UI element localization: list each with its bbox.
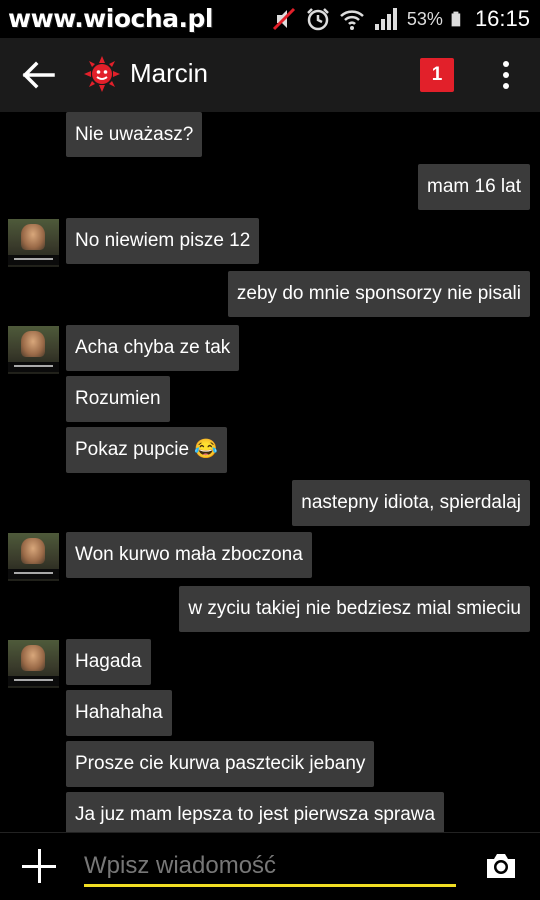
back-arrow-icon[interactable] [22, 60, 56, 90]
outgoing-message[interactable]: zeby do mnie sponsorzy nie pisali [227, 271, 530, 317]
incoming-message[interactable]: Prosze cie kurwa pasztecik jebany [66, 741, 375, 787]
incoming-message[interactable]: No niewiem pisze 12 [66, 218, 260, 264]
incoming-message[interactable]: Nie uważasz? [66, 112, 203, 157]
message-input[interactable] [84, 849, 456, 887]
wifi-icon [340, 10, 364, 30]
avatar[interactable] [8, 640, 59, 688]
toolbar: Marcin 1 [0, 38, 540, 112]
status-bar: www.wiocha.pl 53% 16:15 [0, 0, 540, 38]
mute-icon [272, 7, 295, 31]
incoming-message[interactable]: Ja juz mam lepsza to jest pierwsza spraw… [66, 792, 445, 832]
outgoing-message[interactable]: nastepny idiota, spierdalaj [292, 480, 530, 526]
incoming-message[interactable]: Pokaz pupcie 😂 [66, 427, 228, 473]
battery-icon [451, 11, 461, 27]
camera-icon[interactable] [484, 851, 518, 881]
incoming-message[interactable]: Won kurwo mała zboczona [66, 532, 312, 578]
avatar[interactable] [8, 219, 59, 267]
unread-badge[interactable]: 1 [420, 58, 454, 92]
incoming-message[interactable]: Hahahaha [66, 690, 172, 736]
message-text: Pokaz pupcie 😂 [75, 439, 219, 460]
add-attachment-button[interactable] [22, 849, 56, 883]
signal-icon [374, 8, 397, 30]
outgoing-message[interactable]: mam 16 lat [418, 164, 530, 210]
watermark: www.wiocha.pl [8, 4, 213, 33]
compose-bar [0, 832, 540, 900]
clock: 16:15 [474, 6, 530, 31]
contact-name[interactable]: Marcin [130, 58, 208, 89]
outgoing-message[interactable]: w zyciu takiej nie bedziesz mial smieciu [179, 586, 530, 632]
message-list[interactable]: Nie uważasz? mam 16 lat No niewiem pisze… [0, 112, 540, 832]
avatar[interactable] [8, 533, 59, 581]
incoming-message[interactable]: Hagada [66, 639, 151, 685]
avatar[interactable] [8, 326, 59, 374]
status-icons: 53% 16:15 [271, 0, 530, 38]
incoming-message[interactable]: Acha chyba ze tak [66, 325, 240, 371]
overflow-menu-icon[interactable] [494, 58, 518, 92]
incoming-message[interactable]: Rozumien [66, 376, 170, 422]
battery-percent: 53% [406, 8, 443, 29]
sun-icon [84, 56, 120, 92]
alarm-icon [307, 8, 329, 31]
